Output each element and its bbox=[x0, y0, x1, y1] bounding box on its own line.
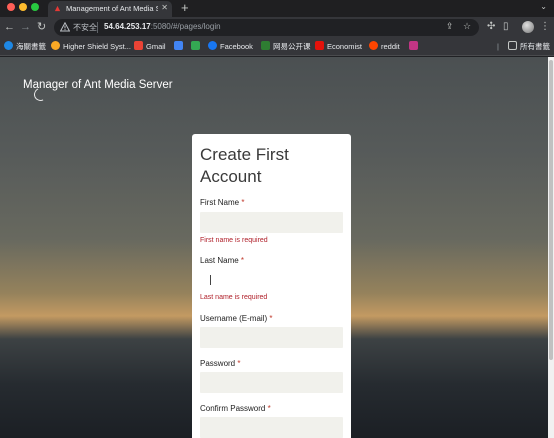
translate-icon bbox=[174, 41, 183, 50]
required-mark: * bbox=[269, 314, 273, 323]
username-label-text: Username (E-mail) bbox=[200, 314, 268, 323]
folder-icon bbox=[508, 41, 517, 50]
omnibox-divider bbox=[97, 22, 98, 33]
password-label-text: Password bbox=[200, 359, 236, 368]
bookmark-label: Facebook bbox=[220, 42, 253, 51]
bookmarks-bar: 海關書籤 Higher Shield Syst... Gmail Faceboo… bbox=[0, 38, 554, 56]
forward-arrow-icon[interactable]: → bbox=[20, 21, 31, 34]
bookmark-label: Higher Shield Syst... bbox=[63, 42, 131, 51]
bookmark-label: 海關書籤 bbox=[16, 42, 46, 51]
username-label: Username (E-mail) * bbox=[200, 314, 272, 323]
bookmark-item[interactable]: Gmail bbox=[134, 41, 166, 52]
username-email-input[interactable] bbox=[200, 327, 343, 348]
shield-icon bbox=[51, 41, 60, 50]
tab-title: Management of Ant Media Se bbox=[66, 4, 158, 13]
bookmark-item[interactable]: Economist bbox=[315, 41, 362, 52]
required-mark: * bbox=[241, 198, 245, 207]
sheets-icon bbox=[191, 41, 200, 50]
bookmark-item[interactable] bbox=[174, 41, 186, 52]
url-text[interactable]: 54.64.253.17:5080/#/pages/login bbox=[104, 22, 221, 31]
new-tab-button[interactable]: + bbox=[181, 0, 189, 16]
browser-tab-active[interactable]: Management of Ant Media Se ✕ bbox=[48, 1, 172, 17]
bookmark-label: 所有書籤 bbox=[520, 42, 550, 51]
bookmark-label: reddit bbox=[381, 42, 400, 51]
not-secure-warning-icon bbox=[60, 22, 70, 32]
text-caret bbox=[210, 275, 211, 285]
confirm-password-label: Confirm Password * bbox=[200, 404, 271, 413]
first-name-error: First name is required bbox=[200, 237, 268, 244]
bookmark-item[interactable] bbox=[191, 41, 203, 52]
required-mark: * bbox=[237, 359, 241, 368]
bookmark-item[interactable]: reddit bbox=[369, 41, 400, 52]
reddit-icon bbox=[369, 41, 378, 50]
create-account-card: Create First Account First Name * First … bbox=[192, 134, 351, 438]
facebook-icon bbox=[208, 41, 217, 50]
first-name-input[interactable] bbox=[200, 212, 343, 233]
tab-close-icon[interactable]: ✕ bbox=[161, 3, 168, 12]
ant-media-favicon-icon bbox=[54, 5, 61, 12]
confirm-password-input[interactable] bbox=[200, 417, 343, 438]
url-path: :5080/#/pages/login bbox=[150, 22, 221, 31]
bookmark-star-icon[interactable]: ☆ bbox=[463, 21, 471, 32]
reload-icon[interactable]: ↻ bbox=[37, 21, 46, 34]
security-label[interactable]: 不安全 bbox=[73, 22, 97, 33]
back-arrow-icon[interactable]: ← bbox=[4, 21, 15, 34]
page-background: Manager of Ant Media Server Create First… bbox=[0, 57, 548, 438]
netease-icon bbox=[261, 41, 270, 50]
password-input[interactable] bbox=[200, 372, 343, 393]
card-title: Create First Account bbox=[200, 145, 289, 186]
profile-avatar[interactable] bbox=[522, 21, 534, 33]
last-name-input[interactable] bbox=[200, 270, 343, 291]
bookmark-label: Economist bbox=[327, 42, 363, 51]
bookmark-item[interactable] bbox=[409, 41, 421, 52]
chrome-menu-icon[interactable]: ⋮ bbox=[540, 21, 550, 33]
url-host: 54.64.253.17 bbox=[104, 22, 151, 31]
bookmark-item[interactable]: 海關書籤 bbox=[4, 41, 46, 52]
last-name-label-text: Last Name bbox=[200, 256, 239, 265]
first-name-label: First Name * bbox=[200, 198, 244, 207]
browser-toolbar: ← → ↻ 不安全 54.64.253.17:5080/#/pages/logi… bbox=[0, 17, 554, 38]
bookmark-item[interactable]: Facebook bbox=[208, 41, 253, 52]
required-mark: * bbox=[240, 256, 245, 265]
minimize-window-button[interactable] bbox=[19, 3, 27, 11]
bookmarks-divider: | bbox=[497, 42, 499, 51]
bookmark-label: 网易公开课 bbox=[273, 42, 311, 51]
economist-icon bbox=[315, 41, 324, 50]
bookmark-item[interactable]: 网易公开课 bbox=[261, 41, 311, 52]
page-scrollbar-thumb[interactable] bbox=[549, 60, 553, 360]
all-bookmarks-button[interactable]: 所有書籤 bbox=[508, 41, 550, 52]
share-icon[interactable]: ⇪ bbox=[446, 21, 454, 32]
address-bar[interactable]: 不安全 54.64.253.17:5080/#/pages/login ⇪ ☆ bbox=[54, 19, 479, 36]
instagram-icon bbox=[409, 41, 418, 50]
side-panel-icon[interactable]: ▯ bbox=[503, 21, 509, 33]
last-name-error: Last name is required bbox=[200, 294, 268, 301]
tab-search-chevron-icon[interactable]: ⌄ bbox=[540, 2, 547, 11]
confirm-password-label-text: Confirm Password bbox=[200, 404, 266, 413]
globe-icon bbox=[4, 41, 13, 50]
bookmark-label: Gmail bbox=[146, 42, 166, 51]
extensions-puzzle-icon[interactable]: ✣ bbox=[487, 21, 495, 33]
last-name-label: Last Name * bbox=[200, 256, 244, 265]
gmail-icon bbox=[134, 41, 143, 50]
close-window-button[interactable] bbox=[7, 3, 15, 11]
password-label: Password * bbox=[200, 359, 240, 368]
bookmark-item[interactable]: Higher Shield Syst... bbox=[51, 41, 131, 52]
maximize-window-button[interactable] bbox=[31, 3, 39, 11]
first-name-label-text: First Name bbox=[200, 198, 240, 207]
required-mark: * bbox=[267, 404, 271, 413]
window-titlebar: Management of Ant Media Se ✕ + ⌄ bbox=[0, 0, 554, 17]
